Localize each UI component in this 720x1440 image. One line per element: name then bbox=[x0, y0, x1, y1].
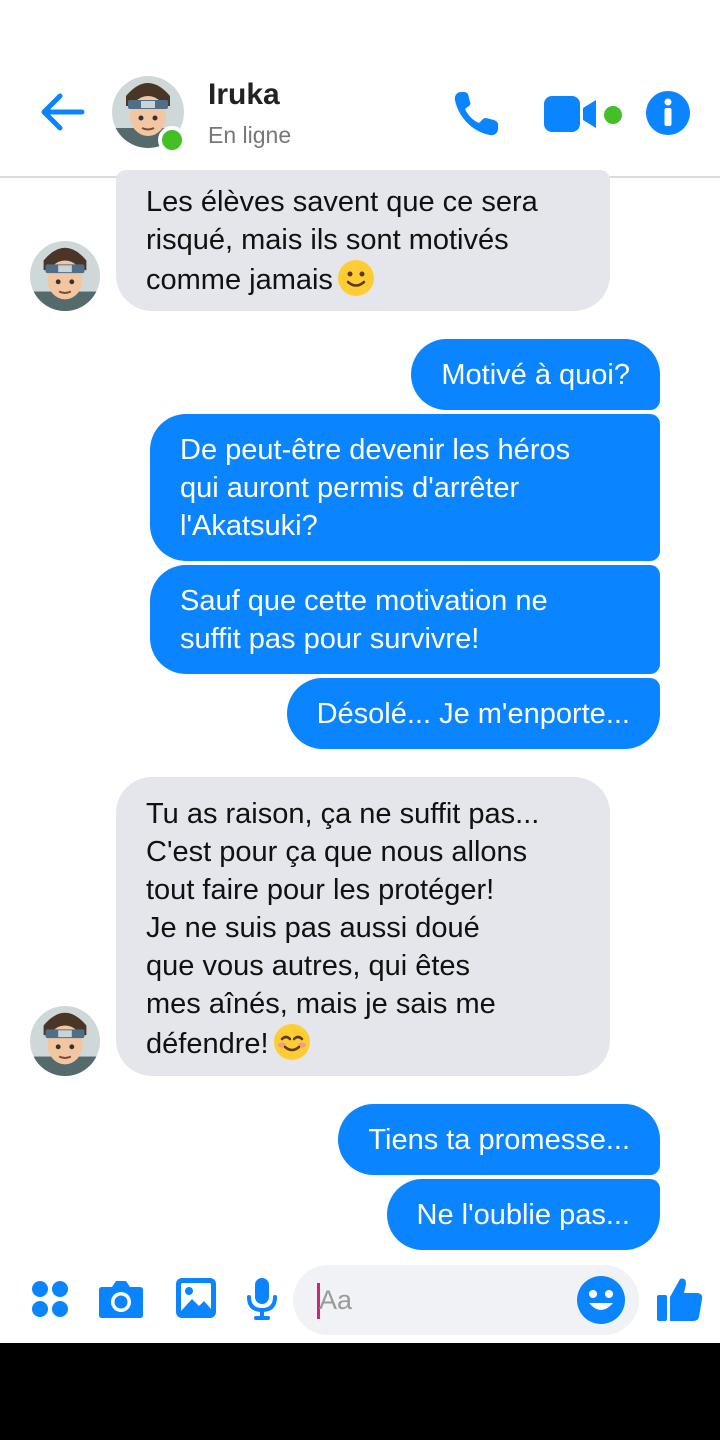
contact-status: En ligne bbox=[208, 122, 292, 148]
message-bubble-incoming[interactable]: Les élèves savent que ce sera risqué, ma… bbox=[116, 170, 610, 311]
thumbs-up-icon[interactable] bbox=[656, 1275, 704, 1323]
message-text: Désolé... Je m'enporte... bbox=[316, 698, 630, 730]
camera-icon[interactable] bbox=[98, 1279, 144, 1319]
message-text: De peut-être devenir les héros qui auron… bbox=[180, 434, 571, 542]
message-input[interactable]: Aa bbox=[293, 1265, 639, 1335]
microphone-icon[interactable] bbox=[246, 1277, 278, 1321]
gallery-icon[interactable] bbox=[175, 1277, 217, 1319]
avatar[interactable] bbox=[30, 1006, 100, 1076]
message-text: Tu as raison, ça ne suffit pas... C'est … bbox=[146, 798, 540, 1060]
smiling-face-with-smiling-eyes-icon bbox=[273, 1024, 310, 1060]
chat-screen: Iruka En ligne Les élèves savent que ce … bbox=[0, 0, 720, 1343]
avatar[interactable] bbox=[30, 241, 100, 311]
message-bubble-outgoing[interactable]: De peut-être devenir les héros qui auron… bbox=[150, 414, 660, 561]
phone-icon[interactable] bbox=[450, 88, 502, 140]
message-bubble-outgoing[interactable]: Ne l'oublie pas... bbox=[386, 1179, 660, 1250]
arrow-left-icon[interactable] bbox=[38, 90, 86, 134]
message-composer: Aa bbox=[0, 1255, 720, 1343]
contact-name[interactable]: Iruka bbox=[208, 78, 280, 112]
message-text: Tiens ta promesse... bbox=[368, 1124, 630, 1156]
apps-grid-icon[interactable] bbox=[30, 1279, 70, 1319]
message-bubble-incoming[interactable]: Tu as raison, ça ne suffit pas... C'est … bbox=[116, 777, 610, 1076]
emoji-icon[interactable] bbox=[576, 1275, 626, 1325]
chat-header: Iruka En ligne bbox=[0, 60, 720, 178]
message-text: Sauf que cette motivation ne suffit pas … bbox=[180, 585, 548, 655]
message-bubble-outgoing[interactable]: Tiens ta promesse... bbox=[338, 1104, 660, 1175]
active-call-indicator bbox=[604, 106, 622, 124]
message-input-placeholder: Aa bbox=[319, 1285, 353, 1315]
info-icon[interactable] bbox=[645, 90, 691, 136]
video-camera-icon[interactable] bbox=[544, 94, 600, 134]
message-text: Motivé à quoi? bbox=[441, 359, 630, 391]
slightly-smiling-face-icon bbox=[337, 260, 374, 296]
message-bubble-outgoing[interactable]: Désolé... Je m'enporte... bbox=[286, 678, 660, 749]
message-text: Ne l'oublie pas... bbox=[416, 1199, 631, 1231]
message-bubble-outgoing[interactable]: Motivé à quoi? bbox=[411, 339, 660, 410]
message-bubble-outgoing[interactable]: Sauf que cette motivation ne suffit pas … bbox=[150, 565, 660, 674]
online-indicator bbox=[158, 126, 186, 154]
system-navigation-bar bbox=[0, 1343, 720, 1440]
